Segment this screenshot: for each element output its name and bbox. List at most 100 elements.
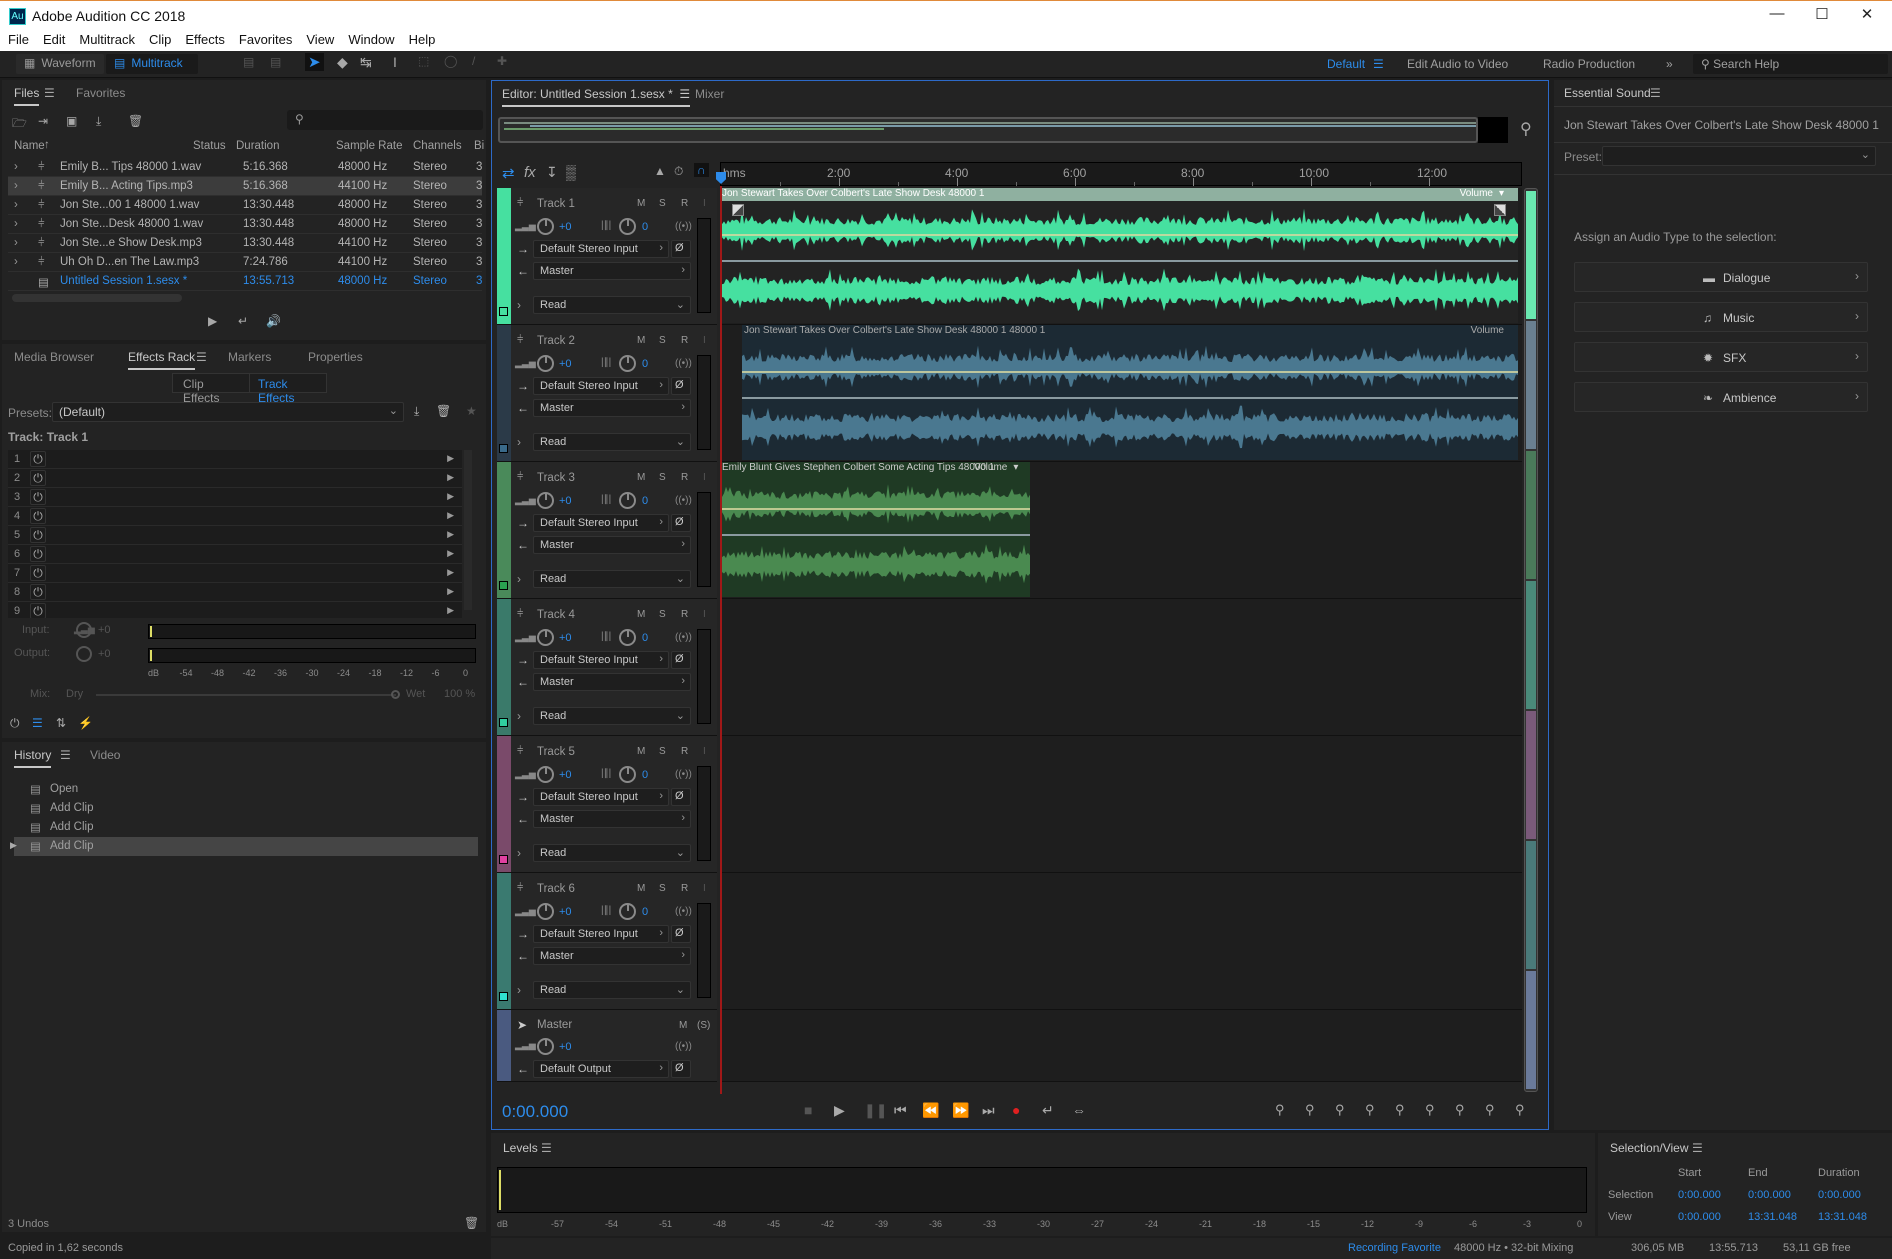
clip-header[interactable]: Jon Stewart Takes Over Colbert's Late Sh… [742, 325, 1518, 338]
solo-button[interactable]: S [659, 335, 666, 346]
fx-scrollbar[interactable] [464, 450, 472, 610]
tab-favorites[interactable]: Favorites [76, 86, 125, 100]
solo-button[interactable]: S [659, 198, 666, 209]
brush-tool-icon[interactable]: / [472, 54, 475, 68]
pan-value[interactable]: 0 [642, 632, 648, 644]
track-output-dropdown[interactable]: Master › [533, 536, 691, 554]
audio-clip[interactable]: Jon Stewart Takes Over Colbert's Late Sh… [720, 188, 1518, 323]
waveform-view-button[interactable]: ▦ Waveform [16, 54, 104, 74]
col-name[interactable]: Name [14, 140, 45, 152]
lasso-tool-icon[interactable]: ◯ [444, 54, 457, 68]
output-gain-knob[interactable] [76, 646, 92, 662]
monitor-input-button[interactable]: I [703, 883, 706, 894]
menu-favorites[interactable]: Favorites [231, 31, 298, 47]
track-output-dropdown[interactable]: Master › [533, 810, 691, 828]
power-icon[interactable]: ⏻ [30, 584, 46, 600]
inputs-outputs-icon[interactable]: ⇄ [502, 164, 515, 182]
pan-value[interactable]: 0 [642, 221, 648, 233]
phase-invert-button[interactable]: Ø [671, 651, 691, 669]
track-name[interactable]: Track 4 [537, 609, 575, 621]
track-lane[interactable] [720, 873, 1522, 1010]
volume-value[interactable]: +0 [559, 906, 572, 918]
files-search-input[interactable]: ⚲ [287, 110, 483, 130]
track-output-dropdown[interactable]: Master › [533, 262, 691, 280]
audio-type-sfx[interactable]: ✹ SFX › [1574, 342, 1868, 372]
fade-in-handle[interactable] [732, 204, 744, 216]
effect-slot[interactable]: 1 ⏻ ▶ [8, 450, 462, 469]
volume-knob[interactable] [537, 218, 554, 235]
track-input-dropdown[interactable]: Default Stereo Input › [533, 651, 669, 669]
monitor-input-button[interactable]: I [703, 335, 706, 346]
master-name[interactable]: Master [537, 1019, 572, 1031]
view-duration[interactable]: 13:31.048 [1818, 1211, 1867, 1223]
fade-out-handle[interactable] [1494, 204, 1506, 216]
history-item[interactable]: ▤ Add Clip [14, 799, 478, 818]
mix-slider[interactable] [96, 690, 400, 699]
volume-envelope-line[interactable] [742, 371, 1518, 373]
clip-envelope-label[interactable]: Volume ▾ [974, 462, 1018, 473]
track-input-dropdown[interactable]: Default Stereo Input › [533, 788, 669, 806]
expand-chevron-icon[interactable]: › [14, 218, 18, 230]
mute-button[interactable]: M [637, 472, 645, 483]
expand-automation-icon[interactable]: › [517, 572, 521, 586]
power-icon[interactable]: ⏻ [30, 489, 46, 505]
effect-slot[interactable]: 7 ⏻ ▶ [8, 564, 462, 583]
panel-menu-icon[interactable]: ☰ [60, 748, 71, 762]
track-color-swatch[interactable] [499, 581, 508, 590]
track-input-dropdown[interactable]: Default Stereo Input › [533, 925, 669, 943]
track-name[interactable]: Track 2 [537, 335, 575, 347]
volume-knob[interactable] [537, 492, 554, 509]
overview-navigator[interactable] [498, 117, 1478, 143]
expand-automation-icon[interactable]: › [517, 846, 521, 860]
lightning-icon[interactable]: ⚡ [78, 716, 93, 730]
effect-slot[interactable]: 5 ⏻ ▶ [8, 526, 462, 545]
mute-button[interactable]: M [637, 746, 645, 757]
power-icon[interactable]: ⏻ [10, 716, 20, 731]
stereo-icon[interactable]: ((•)) [675, 358, 692, 369]
sends-icon[interactable]: ↧ [546, 164, 558, 181]
expand-chevron-icon[interactable]: › [14, 237, 18, 249]
power-icon[interactable]: ⏻ [30, 451, 46, 467]
pan-value[interactable]: 0 [642, 495, 648, 507]
file-row[interactable]: › ⫩ Emily B... Tips 48000 1.wav 5:16.368 480… [8, 158, 482, 177]
pan-value[interactable]: 0 [642, 769, 648, 781]
delete-file-icon[interactable]: 🗑 [128, 114, 143, 128]
zoom-in-point-icon[interactable]: ⚲ [1425, 1102, 1435, 1118]
insert-into-multitrack-icon[interactable]: ⤓ [96, 114, 101, 129]
minimize-button[interactable]: — [1757, 5, 1797, 22]
fast-forward-button[interactable]: ⏩ [952, 1102, 969, 1119]
menu-window[interactable]: Window [340, 31, 400, 47]
slot-menu-arrow-icon[interactable]: ▶ [447, 472, 454, 483]
master-lane[interactable] [720, 1010, 1522, 1082]
loop-playback-button[interactable]: ↵ [1042, 1102, 1054, 1119]
razor-tool-icon[interactable]: ◆ [337, 54, 348, 71]
close-button[interactable]: ✕ [1847, 5, 1887, 23]
audio-type-music[interactable]: ♫ Music › [1574, 302, 1868, 332]
master-output-dropdown[interactable]: Default Output › [533, 1060, 669, 1078]
track-output-dropdown[interactable]: Master › [533, 947, 691, 965]
clip-header[interactable]: Emily Blunt Gives Stephen Colbert Some A… [720, 462, 1030, 475]
track-color-swatch[interactable] [499, 855, 508, 864]
zoom-out-full-icon[interactable]: ⚲ [1395, 1102, 1405, 1118]
track-color-swatch[interactable] [499, 718, 508, 727]
input-gain-knob[interactable] [76, 622, 92, 638]
clip-envelope-label[interactable]: Volume [1471, 325, 1504, 336]
monitor-input-button[interactable]: I [703, 198, 706, 209]
file-row[interactable]: ▤ Untitled Session 1.sesx * 13:55.713 48000… [8, 272, 482, 291]
tab-editor[interactable]: Editor: Untitled Session 1.sesx * ☰ [502, 87, 691, 107]
menu-file[interactable]: File [0, 31, 35, 47]
pitch-view-icon[interactable]: ▤ [270, 55, 281, 69]
track-lane[interactable] [720, 599, 1522, 736]
pan-knob[interactable] [619, 218, 636, 235]
volume-value[interactable]: +0 [559, 1041, 572, 1053]
zoom-out-point-icon[interactable]: ⚲ [1455, 1102, 1465, 1118]
list-icon[interactable]: ☰ [32, 716, 43, 730]
automation-mode-dropdown[interactable]: Read ⌄ [533, 433, 691, 451]
selection-duration[interactable]: 0:00.000 [1818, 1189, 1861, 1201]
slot-menu-arrow-icon[interactable]: ▶ [447, 491, 454, 502]
phase-invert-button[interactable]: Ø [671, 240, 691, 258]
solo-button[interactable]: S [659, 746, 666, 757]
power-icon[interactable]: ⏻ [30, 470, 46, 486]
track-color-swatch[interactable] [499, 992, 508, 1001]
effect-slot[interactable]: 3 ⏻ ▶ [8, 488, 462, 507]
